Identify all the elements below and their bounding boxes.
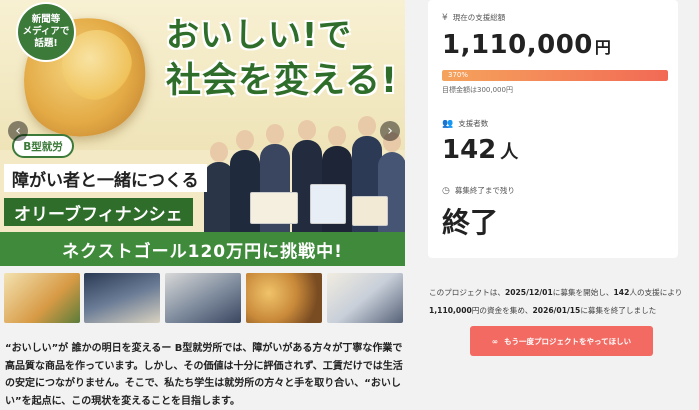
supporters-value: 142 bbox=[442, 135, 497, 165]
thumbnail-4[interactable] bbox=[246, 273, 322, 323]
hero-caption-line-2: オリーブフィナンシェ bbox=[4, 198, 193, 226]
project-description: “おいしい”が 誰かの明日を変えるー B型就労所では、障がいがある方々が丁寧な作… bbox=[5, 343, 403, 407]
hero-image[interactable]: 新聞等 メディアで 話題! おいしい!で 社会を変える! B型就労 障がい者と一… bbox=[0, 0, 405, 266]
badge-line-3: 話題! bbox=[34, 38, 58, 49]
summary-mid-1: に募集を開始し、 bbox=[552, 288, 614, 297]
next-goal-banner: ネクストゴール120万円に挑戦中! bbox=[0, 232, 405, 266]
thumbnail-2[interactable] bbox=[84, 273, 160, 323]
progress-fill bbox=[442, 70, 668, 81]
funding-stats-card: ¥ 現在の支援総額 1,110,000 円 370% 目標金額は300,000円 … bbox=[428, 0, 678, 258]
summary-amount: 1,110,000 bbox=[429, 306, 472, 315]
amount-value: 1,110,000 bbox=[442, 30, 593, 60]
summary-start-date: 2025/12/01 bbox=[504, 288, 553, 297]
remaining-status: 終了 bbox=[442, 206, 499, 239]
amount-label: 現在の支援総額 bbox=[452, 13, 506, 22]
amount-unit: 円 bbox=[594, 38, 612, 57]
progress-percent: 370% bbox=[448, 71, 469, 79]
funding-progress-bar: 370% bbox=[442, 70, 668, 81]
thumbnail-strip bbox=[4, 273, 404, 323]
goal-amount-note: 目標金額は300,000円 bbox=[442, 86, 513, 94]
supporters-count: 142 人 bbox=[442, 135, 518, 165]
summary-mid-3: 円の資金を集め、 bbox=[471, 306, 533, 315]
summary-prefix: このプロジェクトは、 bbox=[429, 288, 505, 297]
hero-caption-line-1: 障がい者と一緒につくる bbox=[4, 164, 207, 192]
group-photo bbox=[200, 92, 405, 232]
product-box bbox=[250, 192, 298, 224]
amount-raised: 1,110,000 円 bbox=[442, 30, 611, 60]
product-box bbox=[352, 196, 388, 226]
product-leaflet bbox=[310, 184, 346, 224]
thumbnail-1[interactable] bbox=[4, 273, 80, 323]
summary-mid-2: 人の支援により bbox=[629, 288, 683, 297]
users-icon: 👥 bbox=[442, 118, 454, 129]
summary-end-date: 2026/01/15 bbox=[532, 306, 581, 315]
thumbnail-3[interactable] bbox=[165, 273, 241, 323]
badge-line-2: メディアで bbox=[22, 26, 70, 37]
media-badge: 新聞等 メディアで 話題! bbox=[18, 4, 74, 60]
supporters-label: 支援者数 bbox=[458, 119, 489, 128]
carousel-next-icon[interactable]: › bbox=[380, 121, 400, 141]
hero-title-line-1: おいしい!で bbox=[166, 15, 353, 54]
clock-icon: ◷ bbox=[442, 185, 450, 196]
supporters-unit: 人 bbox=[500, 142, 519, 163]
amount-label-row: ¥ 現在の支援総額 bbox=[442, 12, 505, 23]
summary-supporters: 142 bbox=[613, 288, 630, 297]
badge-line-1: 新聞等 bbox=[31, 14, 61, 25]
project-summary: このプロジェクトは、2025/12/01に募集を開始し、142人の支援により 1,… bbox=[429, 284, 689, 320]
carousel-prev-icon[interactable]: ‹ bbox=[8, 121, 28, 141]
infinity-icon: ∞ bbox=[491, 336, 499, 346]
remaining-label: 募集終了まで残り bbox=[454, 186, 515, 195]
thumbnail-5[interactable] bbox=[327, 273, 403, 323]
request-again-label: もう一度プロジェクトをやってほしい bbox=[504, 336, 632, 346]
supporters-label-row: 👥 支援者数 bbox=[442, 118, 488, 129]
summary-suffix: に募集を終了しました bbox=[580, 306, 657, 315]
remaining-label-row: ◷ 募集終了まで残り bbox=[442, 185, 515, 196]
request-again-button[interactable]: ∞ もう一度プロジェクトをやってほしい bbox=[470, 326, 653, 356]
yen-icon: ¥ bbox=[442, 12, 448, 23]
